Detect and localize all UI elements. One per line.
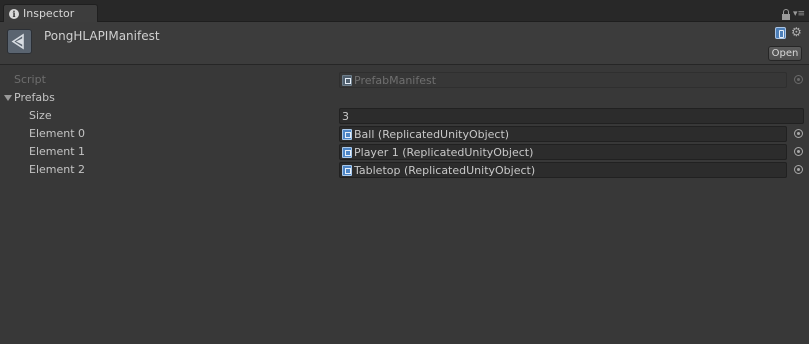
asset-title: PongHLAPIManifest	[44, 29, 160, 43]
info-icon: i	[9, 8, 19, 19]
tab-bar: i Inspector ▾≡	[0, 0, 809, 22]
unity-asset-icon	[7, 29, 32, 54]
prefabs-foldout[interactable]: Prefabs	[0, 89, 809, 107]
script-asset-icon	[342, 74, 352, 86]
tab-inspector[interactable]: i Inspector	[3, 4, 98, 22]
script-value: PrefabManifest	[354, 73, 437, 87]
element-object-field[interactable]: Tabletop (ReplicatedUnityObject)	[339, 162, 787, 178]
prefab-icon	[342, 128, 352, 140]
list-item: Element 2 Tabletop (ReplicatedUnityObjec…	[0, 161, 809, 179]
size-label: Size	[29, 109, 52, 122]
help-book-icon[interactable]	[775, 27, 786, 39]
open-button[interactable]: Open	[768, 46, 802, 61]
inspector-header: PongHLAPIManifest ⚙ Open	[0, 22, 809, 65]
element-value: Player 1 (ReplicatedUnityObject)	[354, 145, 534, 159]
object-picker-icon[interactable]	[794, 147, 803, 156]
list-item: Element 1 Player 1 (ReplicatedUnityObjec…	[0, 143, 809, 161]
script-picker-icon[interactable]	[794, 75, 803, 84]
element-label: Element 1	[29, 145, 86, 158]
lock-icon[interactable]	[781, 9, 791, 20]
element-object-field[interactable]: Ball (ReplicatedUnityObject)	[339, 126, 787, 142]
element-value: Tabletop (ReplicatedUnityObject)	[354, 163, 536, 177]
tab-label: Inspector	[23, 7, 75, 20]
size-row: Size 3	[0, 107, 809, 125]
script-field[interactable]: PrefabManifest	[339, 72, 787, 88]
prefab-icon	[342, 164, 352, 176]
element-label: Element 2	[29, 163, 86, 176]
tab-menu-icon[interactable]: ▾≡	[793, 9, 805, 20]
element-value: Ball (ReplicatedUnityObject)	[354, 127, 510, 141]
prefabs-label: Prefabs	[14, 91, 55, 104]
foldout-arrow-icon[interactable]	[4, 95, 12, 101]
tab-actions: ▾≡	[781, 9, 805, 20]
script-label: Script	[14, 73, 46, 86]
gear-icon[interactable]: ⚙	[791, 25, 802, 39]
object-picker-icon[interactable]	[794, 129, 803, 138]
script-row: Script PrefabManifest	[0, 71, 809, 89]
prefab-icon	[342, 146, 352, 158]
list-item: Element 0 Ball (ReplicatedUnityObject)	[0, 125, 809, 143]
object-picker-icon[interactable]	[794, 165, 803, 174]
size-input[interactable]: 3	[339, 108, 804, 124]
element-label: Element 0	[29, 127, 86, 140]
element-object-field[interactable]: Player 1 (ReplicatedUnityObject)	[339, 144, 787, 160]
